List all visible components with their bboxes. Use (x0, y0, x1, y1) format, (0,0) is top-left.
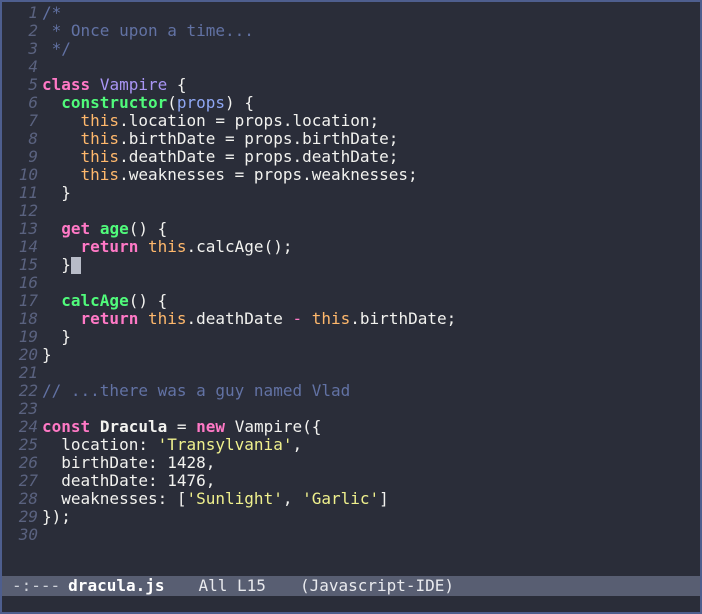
modeline-status: -:--- (12, 576, 61, 595)
editor-buffer[interactable]: 1/* 2 * Once upon a time... 3 */4 5 class Va… (2, 2, 700, 576)
code-text: constructor(props) { (61, 93, 254, 112)
code-text: return this.calcAge(); (80, 237, 293, 256)
modeline-major-mode[interactable]: (Javascript-IDE) (300, 577, 454, 595)
line-number: 3 (28, 39, 38, 58)
code-text: get age() { (61, 219, 168, 238)
code-text: this.deathDate = props.deathDate; (80, 147, 399, 166)
line-number: 30 (18, 525, 38, 544)
code-text: class Vampire { (42, 75, 187, 94)
line-number: 23 (18, 399, 38, 418)
code-text: deathDate: 1476, (42, 471, 216, 490)
code-text: this.birthDate = props.birthDate; (80, 129, 399, 148)
code-line[interactable]: 8 this.birthDate = props.birthDate; (2, 130, 700, 148)
code-text: } (42, 345, 52, 364)
text-cursor (70, 257, 81, 274)
line-number: 6 (28, 93, 38, 112)
line-number: 27 (18, 471, 38, 490)
editor-window: 1/* 2 * Once upon a time... 3 */4 5 class Va… (0, 0, 702, 614)
code-line[interactable]: 15 } (2, 256, 700, 274)
line-number: 14 (18, 237, 38, 256)
code-line[interactable]: 11 } (2, 184, 700, 202)
code-line[interactable]: 17 calcAge() { (2, 292, 700, 310)
line-number: 2 (28, 21, 38, 40)
line-number: 11 (18, 183, 38, 202)
code-line[interactable]: 9 this.deathDate = props.deathDate; (2, 148, 700, 166)
code-line[interactable]: 3 */ (2, 40, 700, 58)
code-line[interactable]: 30 (2, 526, 700, 544)
code-line[interactable]: 28 weaknesses: ['Sunlight', 'Garlic'] (2, 490, 700, 508)
line-number: 24 (18, 417, 38, 436)
code-line[interactable]: 12 (2, 202, 700, 220)
line-number: 22 (18, 381, 38, 400)
code-text: calcAge() { (61, 291, 168, 310)
code-text: /* (42, 3, 62, 22)
code-line[interactable]: 10 this.weaknesses = props.weaknesses; (2, 166, 700, 184)
line-number: 21 (18, 363, 38, 382)
code-text: // ...there was a guy named Vlad (42, 381, 351, 400)
code-line[interactable]: 6 constructor(props) { (2, 94, 700, 112)
code-line[interactable]: 27 deathDate: 1476, (2, 472, 700, 490)
code-text: * Once upon a time... (42, 21, 254, 40)
code-text: location: 'Transylvania', (42, 435, 303, 454)
code-text: } (42, 327, 71, 346)
code-line[interactable]: 20} (2, 346, 700, 364)
code-line[interactable]: 24 const Dracula = new Vampire({ (2, 418, 700, 436)
line-number: 9 (28, 147, 38, 166)
line-number: 13 (18, 219, 38, 238)
code-text: } (42, 183, 71, 202)
code-line[interactable]: 7 this.location = props.location; (2, 112, 700, 130)
line-number: 16 (18, 273, 38, 292)
line-number: 17 (18, 291, 38, 310)
line-number: 20 (18, 345, 38, 364)
code-text: return this.deathDate - this.birthDate; (80, 309, 457, 328)
code-line[interactable]: 13 get age() { (2, 220, 700, 238)
line-number: 15 (18, 255, 38, 274)
code-line[interactable]: 4 (2, 58, 700, 76)
code-text: this.weaknesses = props.weaknesses; (80, 165, 418, 184)
line-number: 19 (18, 327, 38, 346)
code-line[interactable]: 21 (2, 364, 700, 382)
code-text: const Dracula = new Vampire({ (42, 417, 322, 436)
modeline-filename: dracula.js (68, 576, 165, 595)
code-line[interactable]: 16 (2, 274, 700, 292)
code-line[interactable]: 26 birthDate: 1428, (2, 454, 700, 472)
line-number: 10 (18, 165, 38, 184)
code-line[interactable]: 14 return this.calcAge(); (2, 238, 700, 256)
code-line[interactable]: 5 class Vampire { (2, 76, 700, 94)
line-number: 28 (18, 489, 38, 508)
line-number: 8 (28, 129, 38, 148)
code-text: weaknesses: ['Sunlight', 'Garlic'] (42, 489, 389, 508)
line-number: 5 (28, 75, 38, 94)
code-text: */ (42, 39, 71, 58)
line-number: 29 (18, 507, 38, 526)
code-line[interactable]: 19 } (2, 328, 700, 346)
line-number: 25 (18, 435, 38, 454)
line-number: 7 (28, 111, 38, 130)
code-line[interactable]: 25 location: 'Transylvania', (2, 436, 700, 454)
code-text: this.location = props.location; (80, 111, 380, 130)
modeline-position: All L15 (198, 576, 266, 595)
code-text: }); (42, 507, 71, 526)
line-number: 1 (28, 3, 38, 22)
code-text: birthDate: 1428, (42, 453, 216, 472)
mode-line: -:--- dracula.js All L15 (Javascript-IDE… (2, 576, 700, 596)
code-line[interactable]: 22// ...there was a guy named Vlad (2, 382, 700, 400)
code-text: } (38, 256, 81, 274)
code-line[interactable]: 23 (2, 400, 700, 418)
code-line[interactable]: 2 * Once upon a time... (2, 22, 700, 40)
line-number: 12 (18, 201, 38, 220)
code-line[interactable]: 1/* (2, 4, 700, 22)
line-number: 26 (18, 453, 38, 472)
code-line[interactable]: 29}); (2, 508, 700, 526)
line-number: 18 (18, 309, 38, 328)
echo-area (2, 596, 700, 612)
code-line[interactable]: 18 return this.deathDate - this.birthDat… (2, 310, 700, 328)
line-number: 4 (28, 57, 38, 76)
